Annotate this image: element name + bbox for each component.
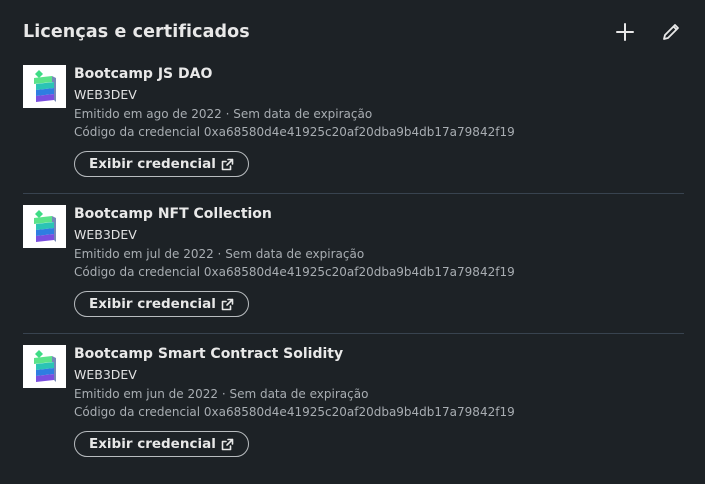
external-link-icon [221,298,234,311]
issuer-logo[interactable] [23,205,66,248]
show-credential-label: Exibir credencial [89,296,216,312]
certificate-info: Bootcamp NFT Collection WEB3DEV Emitido … [74,204,684,317]
edit-certificates-button[interactable] [659,20,683,44]
credential-id: Código da credencial 0xa68580d4e41925c20… [74,265,515,279]
certificate-item: Bootcamp JS DAO WEB3DEV Emitido em ago d… [23,64,684,204]
show-credential-button[interactable]: Exibir credencial [74,151,249,177]
web3dev-logo-icon [33,209,56,242]
web3dev-logo-icon [33,349,56,382]
credential-id: Código da credencial 0xa68580d4e41925c20… [74,125,515,139]
show-credential-button[interactable]: Exibir credencial [74,431,249,457]
external-link-icon [221,438,234,451]
certificate-item: Bootcamp NFT Collection WEB3DEV Emitido … [23,193,684,344]
certificate-list: Bootcamp JS DAO WEB3DEV Emitido em ago d… [23,64,684,484]
certificate-issuer: WEB3DEV [74,227,137,242]
certificate-name[interactable]: Bootcamp Smart Contract Solidity [74,344,684,364]
certificate-name[interactable]: Bootcamp NFT Collection [74,204,684,224]
credential-id: Código da credencial 0xa68580d4e41925c20… [74,405,515,419]
web3dev-logo-icon [33,69,56,102]
issue-date: Emitido em jun de 2022 · Sem data de exp… [74,387,369,401]
issuer-logo[interactable] [23,345,66,388]
show-credential-label: Exibir credencial [89,156,216,172]
section-header: Licenças e certificados [23,20,683,48]
issue-date: Emitido em jul de 2022 · Sem data de exp… [74,247,365,261]
issue-date: Emitido em ago de 2022 · Sem data de exp… [74,107,373,121]
certificate-issuer: WEB3DEV [74,367,137,382]
show-credential-button[interactable]: Exibir credencial [74,291,249,317]
licenses-certificates-card: Licenças e certificados Bootcamp JS DAO … [0,0,705,477]
certificate-info: Bootcamp Smart Contract Solidity WEB3DEV… [74,344,684,457]
external-link-icon [221,158,234,171]
show-credential-label: Exibir credencial [89,436,216,452]
certificate-item: Bootcamp Smart Contract Solidity WEB3DEV… [23,333,684,484]
issuer-logo[interactable] [23,65,66,108]
certificate-issuer: WEB3DEV [74,87,137,102]
pencil-icon [661,22,681,42]
add-certificate-button[interactable] [613,20,637,44]
section-title: Licenças e certificados [23,22,250,42]
plus-icon [615,22,635,42]
certificate-info: Bootcamp JS DAO WEB3DEV Emitido em ago d… [74,64,684,177]
certificate-name[interactable]: Bootcamp JS DAO [74,64,684,84]
